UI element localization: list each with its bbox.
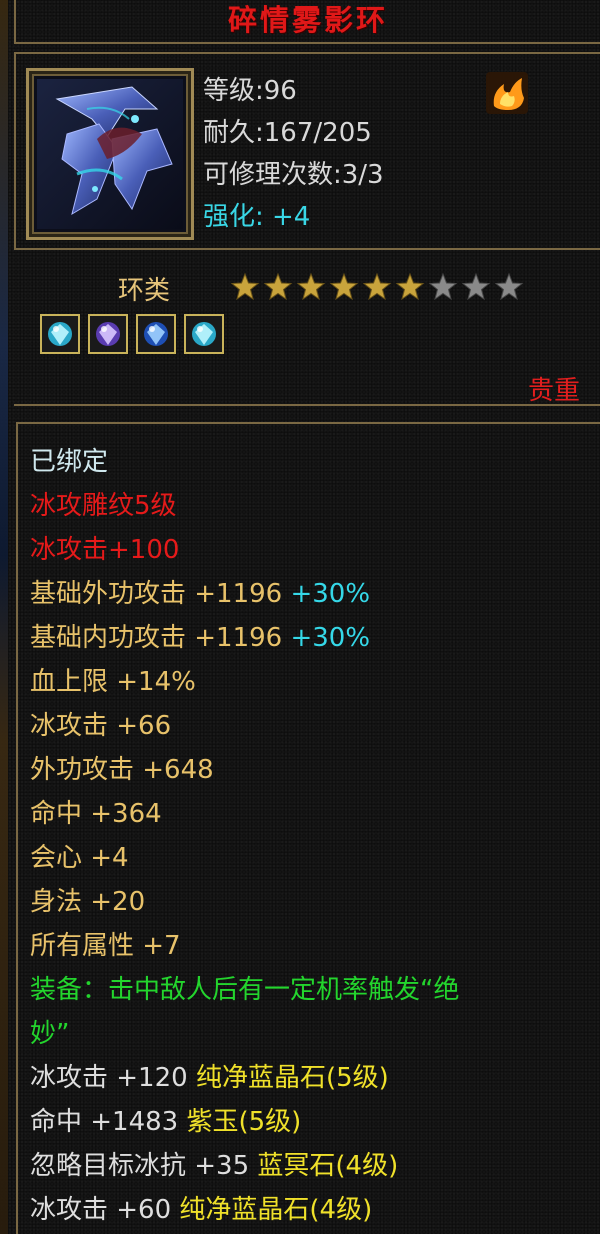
gem-line: 冰攻击 +120 纯净蓝晶石(5级) [30,1063,600,1093]
item-durability: 耐久:167/205 [203,118,372,148]
cyan-gem-icon [48,322,72,346]
star-filled-icon [263,272,293,301]
cyan-gem-icon [192,322,216,346]
item-level: 等级:96 [203,76,297,106]
star-rating [230,272,524,302]
agility-line: 身法 +20 [30,887,146,917]
star-filled-icon [296,272,326,301]
item-enhance-level: 强化: +4 [203,202,311,232]
gem-line: 冰攻击 +60 纯净蓝晶石(4级) [30,1195,600,1225]
gem-slot[interactable] [136,314,176,354]
item-icon-slot[interactable] [26,68,194,240]
star-empty-icon [461,272,491,301]
equip-effect-line-1: 装备：击中敌人后有一定机率触发“绝 [30,975,460,1005]
left-edge-decoration [0,0,8,1234]
base-inner-attack-label: 基础内功攻击 +1196 [30,623,283,653]
star-filled-icon [329,272,359,301]
item-title-bar: 碎情雾影环 [14,0,600,44]
hp-line: 血上限 +14% [30,667,196,697]
equip-effect-line-2: 妙” [30,1019,70,1049]
item-repair-count: 可修理次数:3/3 [203,160,384,190]
bound-status: 已绑定 [30,447,109,477]
star-empty-icon [428,272,458,301]
ring-item-art [37,79,183,229]
hit-line: 命中 +364 [30,799,162,829]
gem-name: 纯净蓝晶石(4级) [179,1195,373,1225]
ice-attack-bonus-line: 冰攻击+100 [30,535,180,565]
gem-name: 纯净蓝晶石(5级) [195,1063,389,1093]
star-filled-icon [362,272,392,301]
item-category: 环类 [118,276,171,306]
gem-line: 命中 +1483 紫玉(5级) [30,1107,600,1137]
base-inner-attack-line: 基础内功攻击 +1196 +30% [30,623,600,653]
ice-attack-line: 冰攻击 +66 [30,711,172,741]
socket-gems [40,314,224,354]
gem-slot[interactable] [88,314,128,354]
divider [14,404,600,406]
star-filled-icon [395,272,425,301]
all-attributes-line: 所有属性 +7 [30,931,181,961]
crit-line: 会心 +4 [30,843,129,873]
gem-stat: 忽略目标冰抗 +35 [30,1151,250,1181]
blue-gem-icon [144,322,168,346]
gem-slot[interactable] [40,314,80,354]
item-name: 碎情雾影环 [227,3,388,37]
base-outer-attack-label: 基础外功攻击 +1196 [30,579,283,609]
gem-stat: 命中 +1483 [30,1107,179,1137]
star-filled-icon [230,272,260,301]
gem-stat: 冰攻击 +120 [30,1063,188,1093]
gem-slot[interactable] [184,314,224,354]
base-outer-attack-pct: +30% [290,579,371,609]
base-inner-attack-pct: +30% [290,623,371,653]
gem-stat: 冰攻击 +60 [30,1195,172,1225]
gem-line: 忽略目标冰抗 +35 蓝冥石(4级) [30,1151,600,1181]
item-rarity: 贵重 [527,376,580,406]
outer-attack-line: 外功攻击 +648 [30,755,214,785]
gem-name: 蓝冥石(4级) [257,1151,399,1181]
flame-icon[interactable] [484,70,530,116]
star-empty-icon [494,272,524,301]
purple-gem-icon [96,322,120,346]
base-outer-attack-line: 基础外功攻击 +1196 +30% [30,579,600,609]
gem-name: 紫玉(5级) [186,1107,302,1137]
engrave-line: 冰攻雕纹5级 [30,491,177,521]
